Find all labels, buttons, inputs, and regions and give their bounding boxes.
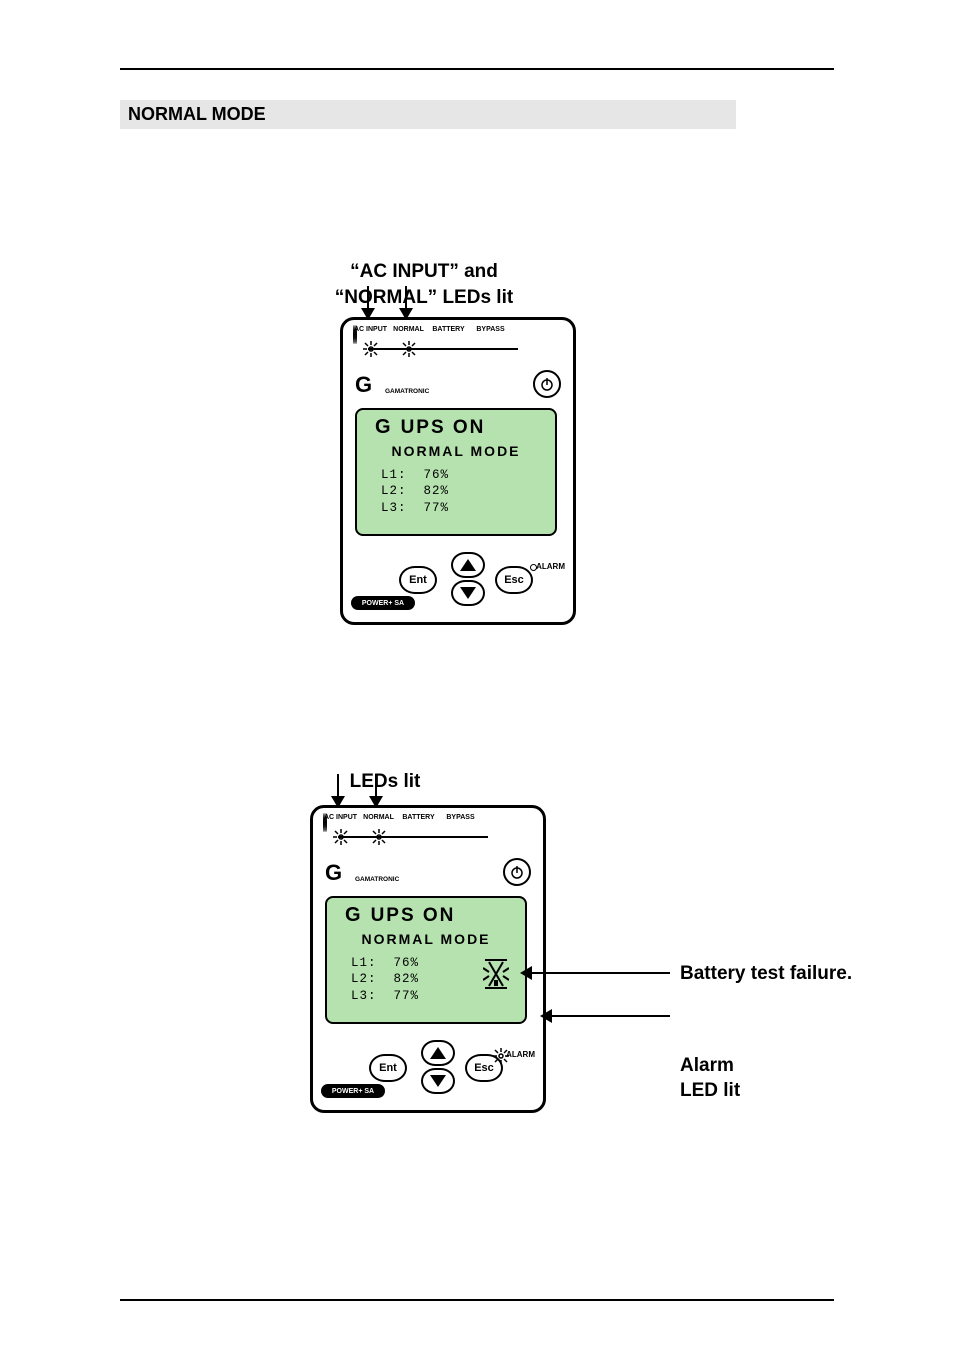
lcd-mode-text: NORMAL MODE	[337, 931, 515, 947]
brand-sub: GAMATRONIC	[385, 388, 429, 395]
callout-text-1: Battery test failure.	[680, 963, 852, 984]
power-button[interactable]	[503, 858, 531, 886]
up-button[interactable]	[421, 1040, 455, 1066]
power-icon	[539, 376, 555, 392]
callout-alarm-led: Alarm LED lit	[680, 1005, 740, 1104]
triangle-down-icon	[430, 1075, 446, 1087]
up-button[interactable]	[451, 552, 485, 578]
led-label-normal: NORMAL	[361, 814, 396, 821]
lcd-screen: G UPS ON NORMAL MODE L1: 76% L2: 82% L3:…	[325, 896, 527, 1024]
model-pill: POWER+ SA	[351, 596, 415, 610]
led-label-bypass: BYPASS	[473, 326, 508, 333]
brand-logo: G	[325, 860, 340, 886]
ent-label: Ent	[379, 1062, 397, 1074]
led-label-battery: BATTERY	[431, 326, 466, 333]
arrow-buttons	[451, 552, 485, 606]
led-label-battery: BATTERY	[401, 814, 436, 821]
esc-label: Esc	[504, 574, 524, 586]
model-pill: POWER+ SA	[321, 1084, 385, 1098]
top-rule	[120, 68, 834, 70]
bottom-rule	[120, 1299, 834, 1301]
led-row: AC INPUT NORMAL BATTERY BYPASS	[323, 814, 533, 848]
hourglass-icon	[483, 958, 509, 990]
ent-button[interactable]: Ent	[369, 1054, 407, 1082]
led-label-acinput: AC INPUT	[353, 326, 388, 333]
esc-button[interactable]: Esc	[495, 566, 533, 594]
triangle-up-icon	[430, 1047, 446, 1059]
led-acinput-on-icon	[363, 341, 379, 357]
down-button[interactable]	[421, 1068, 455, 1094]
model-pill-text: POWER+ SA	[362, 600, 404, 607]
lcd-logo: G	[345, 904, 363, 927]
lcd-logo: G	[375, 416, 393, 439]
brand-sub: GAMATRONIC	[355, 876, 399, 883]
led-label-bypass: BYPASS	[443, 814, 478, 821]
lcd-mode-text: NORMAL MODE	[367, 443, 545, 459]
ent-label: Ent	[409, 574, 427, 586]
down-button[interactable]	[451, 580, 485, 606]
lcd-title-text: UPS ON	[401, 417, 486, 439]
arrow-buttons	[421, 1040, 455, 1094]
led-normal-on-icon	[401, 341, 417, 357]
brand-logo: G	[355, 372, 370, 398]
led-label-normal: NORMAL	[391, 326, 426, 333]
callout-text-2: Alarm LED lit	[680, 1055, 740, 1101]
alarm-label: ALARM	[536, 562, 565, 571]
alarm-label: ALARM	[506, 1050, 535, 1059]
led-acinput-on-icon	[333, 829, 349, 845]
section-header: NORMAL MODE	[120, 100, 736, 129]
power-icon	[509, 864, 525, 880]
model-pill-text: POWER+ SA	[332, 1088, 374, 1095]
device-panel-1: AC INPUT NORMAL BATTERY BYPASS G GAMATR	[340, 317, 576, 625]
lcd-screen: G UPS ON NORMAL MODE L1: 76% L2: 82% L3:…	[355, 408, 557, 536]
led-row: AC INPUT NORMAL BATTERY BYPASS	[353, 326, 563, 360]
lcd-values: L1: 76% L2: 82% L3: 77%	[367, 467, 545, 516]
triangle-down-icon	[460, 587, 476, 599]
triangle-up-icon	[460, 559, 476, 571]
led-normal-on-icon	[371, 829, 387, 845]
ent-button[interactable]: Ent	[399, 566, 437, 594]
esc-label: Esc	[474, 1062, 494, 1074]
callout-battery-failure: Battery test failure.	[680, 962, 852, 987]
led-label-acinput: AC INPUT	[323, 814, 358, 821]
device-panel-2: AC INPUT NORMAL BATTERY BYPASS G GAMATR	[310, 805, 546, 1113]
power-button[interactable]	[533, 370, 561, 398]
lcd-title-text: UPS ON	[371, 905, 456, 927]
